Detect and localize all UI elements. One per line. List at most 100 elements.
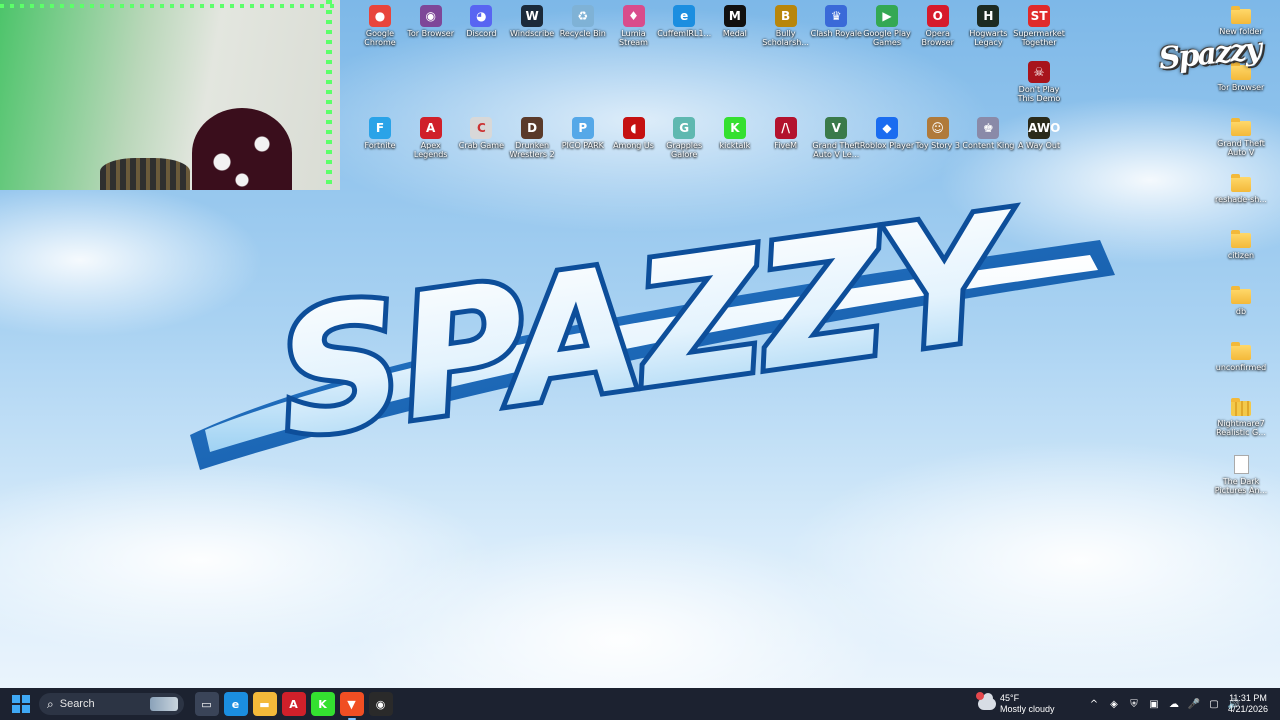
obs-taskbar-icon[interactable]: ◉ [368, 692, 393, 716]
microphone-icon[interactable]: 🎤 [1184, 692, 1204, 716]
desktop-icon-toy-story-3[interactable]: ☺ Toy Story 3 [910, 117, 966, 150]
fortnite-icon: F [369, 117, 391, 139]
content-king-icon: ♚ [977, 117, 1000, 139]
desktop-icon-label: reshade-sh... [1215, 195, 1267, 204]
weather-temp: 45°F [1000, 693, 1020, 703]
task-view-icon[interactable]: ▭ [194, 692, 219, 716]
desktop-icon-label: Among Us [613, 141, 654, 150]
desktop-icon-apex-legends[interactable]: A Apex Legends [403, 117, 459, 159]
desktop-icon-reshade-sh[interactable]: reshade-sh... [1213, 173, 1269, 204]
desktop-icon-a-way-out[interactable]: AWO A Way Out [1011, 117, 1067, 150]
tray-security-icon[interactable]: ⛨ [1124, 692, 1144, 716]
desktop-icon-kicktalk[interactable]: Kkicktalk [707, 117, 763, 150]
desktop-icon-fivem[interactable]: /\ FiveM [758, 117, 814, 150]
file-explorer-icon[interactable]: ▬ [252, 692, 277, 716]
start-button[interactable] [9, 692, 33, 716]
desktop-icon-supermarket-together[interactable]: ST Supermarket Together [1011, 5, 1067, 47]
apex-taskbar-icon[interactable]: A [281, 692, 306, 716]
desktop-icon-drunken-wrestlers-2[interactable]: D Drunken Wrestlers 2 [504, 117, 560, 159]
desktop-icon-among-us[interactable]: ◖ Among Us [606, 117, 662, 150]
webcam-person-hood [192, 108, 292, 190]
tray-network-icon[interactable]: ☁ [1164, 692, 1184, 716]
desktop-icon-cuffemirl1[interactable]: e CuffemIRL1... [656, 5, 712, 38]
desktop-icon-db[interactable]: db [1213, 285, 1269, 316]
desktop-icon-discord[interactable]: ◕ Discord [453, 5, 509, 38]
pico-park-icon: P [571, 117, 594, 139]
monitor-icon[interactable]: ▢ [1204, 692, 1224, 716]
desktop-icon-clash-royale[interactable]: ♛ Clash Royale [808, 5, 864, 38]
desktop-icon-nightmare7-realistic-g[interactable]: Nightmare7 Realistic G... [1213, 397, 1269, 437]
desktop-icon-opera-browser[interactable]: O Opera Browser [910, 5, 966, 47]
desktop-icon-label: Medal [722, 29, 747, 38]
medal-icon: M [723, 5, 746, 27]
desktop-icon-grand-theft-auto-v[interactable]: Grand Theft Auto V [1213, 117, 1269, 157]
hogwarts-legacy-icon: H [977, 5, 1000, 27]
desktop-icon-label: The Dark Pictures An... [1214, 477, 1268, 495]
desktop-icon-google-play-games[interactable]: ▶ Google Play Games [859, 5, 915, 47]
zip-folder-icon [1231, 398, 1251, 416]
taskbar-clock[interactable]: 11:31 PM 4/21/2026 [1224, 693, 1272, 715]
desktop-icon-google-chrome[interactable]: ● Google Chrome [352, 5, 408, 47]
brave-taskbar-icon[interactable]: ▼ [339, 692, 364, 720]
desktop-icon-label: unconfirmed [1215, 363, 1267, 372]
led-lights-side [326, 0, 332, 190]
desktop-icon-don-t-play-this-demo[interactable]: ☠ Don't Play This Demo [1011, 61, 1067, 103]
desktop-icon-windscribe[interactable]: W Windscribe [504, 5, 560, 38]
folder-icon [1231, 230, 1251, 248]
desktop-icon-label: Hogwarts Legacy [969, 29, 1008, 47]
search-highlight-art [150, 697, 178, 711]
taskbar-search-box[interactable]: ⌕ Search [39, 693, 184, 715]
weather-widget[interactable]: 45°F Mostly cloudy [976, 691, 1055, 717]
roblox-icon: ◆ [876, 117, 898, 139]
desktop-icon-grapples-galore[interactable]: G Grapples Galore [656, 117, 712, 159]
folder-icon [1231, 342, 1251, 360]
search-icon: ⌕ [47, 696, 54, 711]
tray-app-icon[interactable]: ◈ [1104, 692, 1124, 716]
desktop-icon-fortnite[interactable]: F Fortnite [352, 117, 408, 150]
desktop-icon-unconfirmed[interactable]: unconfirmed [1213, 341, 1269, 372]
desktop-icon-label: Don't Play This Demo [1017, 85, 1061, 103]
desktop-icon-label: db [1235, 307, 1247, 316]
fivem-icon: /\ [774, 117, 797, 139]
kicktalk-icon: K [723, 117, 746, 139]
folder-icon [1231, 6, 1251, 24]
folder-icon [1231, 118, 1251, 136]
desktop-icon-citizen[interactable]: citizen [1213, 229, 1269, 260]
desktop-icon-recycle-bin[interactable]: ♻ Recycle Bin [555, 5, 611, 38]
desktop-icon-hogwarts-legacy[interactable]: H Hogwarts Legacy [960, 5, 1016, 47]
system-tray: ^ ◈ ⛨ ▣ ☁ 🎤 ▢ 🔊 [1084, 692, 1244, 716]
among-us-icon: ◖ [622, 117, 645, 139]
desktop-icon-label: Discord [466, 29, 497, 38]
corner-logo: Spazzy [1157, 31, 1262, 77]
opera-icon: O [926, 5, 949, 27]
supermarket-together-icon: ST [1028, 5, 1051, 27]
desktop-icon-bully-scholarsh[interactable]: B Bully Scholarsh... [758, 5, 814, 47]
crab-game-icon: C [470, 117, 493, 139]
show-hidden-icons-chevron[interactable]: ^ [1084, 692, 1104, 716]
recycle-bin-icon: ♻ [571, 5, 594, 27]
desktop-icon-pico-park[interactable]: P PICO PARK [555, 117, 611, 150]
desktop-icon-tor-browser[interactable]: ◉ Tor Browser [403, 5, 459, 38]
desktop-icon-label: Fortnite [364, 141, 396, 150]
clock-time: 11:31 PM [1229, 693, 1267, 703]
desktop-icon-grand-theft-auto-v-le[interactable]: V Grand Theft Auto V Le... [808, 117, 864, 159]
desktop-icon-lumia-stream[interactable]: ♦ Lumia Stream [606, 5, 662, 47]
grapples-galore-icon: G [673, 117, 696, 139]
windows-logo-icon [12, 695, 20, 703]
desktop-icon-crab-game[interactable]: C Crab Game [453, 117, 509, 150]
spazzy-logo-graphic: SPAZZY [190, 171, 1115, 481]
desktop-icon-label: Grand Theft Auto V Le... [812, 141, 861, 159]
weather-condition: Mostly cloudy [1000, 704, 1055, 714]
desktop-icon-content-king[interactable]: ♚ Content King [960, 117, 1016, 150]
clash-royale-icon: ♛ [825, 5, 848, 27]
desktop-icon-medal[interactable]: M Medal [707, 5, 763, 38]
desktop-icon-the-dark-pictures-an[interactable]: The Dark Pictures An... [1213, 453, 1269, 495]
tray-app2-icon[interactable]: ▣ [1144, 692, 1164, 716]
clock-date: 4/21/2026 [1227, 704, 1269, 714]
kick-taskbar-icon[interactable]: K [310, 692, 335, 716]
taskbar-pinned-apps: ▭ e ▬ A K ▼ ◉ [192, 692, 395, 720]
desktop-icon-label: Roblox Player [859, 141, 915, 150]
edge-icon: e [673, 5, 696, 27]
desktop-icon-roblox-player[interactable]: ◆ Roblox Player [859, 117, 915, 150]
edge-taskbar-icon[interactable]: e [223, 692, 248, 716]
